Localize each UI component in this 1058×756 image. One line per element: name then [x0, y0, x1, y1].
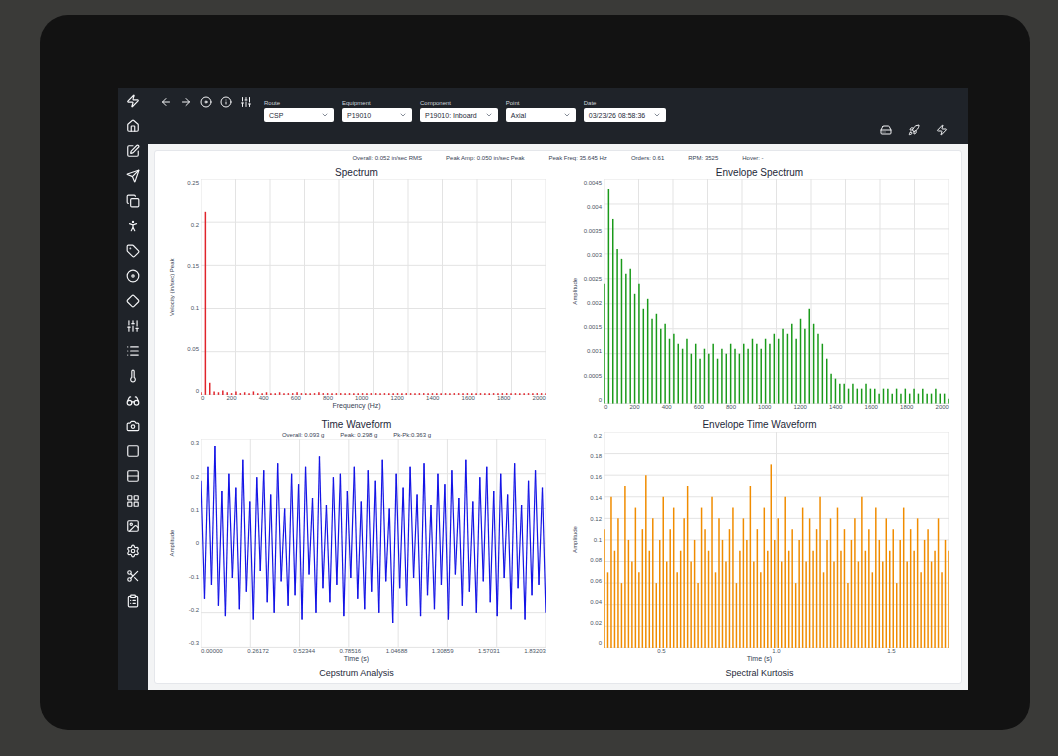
- nav-icons: [160, 94, 252, 108]
- image-icon[interactable]: [126, 519, 140, 533]
- toolbar-field: Point Axial: [506, 100, 576, 122]
- chevron-down-icon: [321, 111, 329, 119]
- chart-header: Overall: 0.093 gPeak: 0.298 gPk-Pk:0.363…: [167, 432, 546, 440]
- field-row: Route CSP Equipment P19010 Component P19010: …: [264, 94, 666, 122]
- section-titles: Cepstrum Analysis Spectral Kurtosis: [155, 664, 961, 683]
- y-axis-ticks: 0.20.180.160.140.120.10.080.060.040.020: [580, 432, 604, 648]
- y-axis-label: Amplitude: [570, 179, 580, 404]
- chart-plot[interactable]: [201, 179, 546, 395]
- send-icon[interactable]: [126, 169, 140, 183]
- glasses-icon[interactable]: [126, 394, 140, 408]
- info-icon[interactable]: [220, 96, 232, 108]
- sliders-icon[interactable]: [240, 96, 252, 108]
- chart-panel: Envelope SpectrumAmplitude0.00450.0040.0…: [566, 167, 953, 412]
- main-area: Route CSP Equipment P19010 Component P19010: …: [148, 88, 968, 690]
- lightning-icon[interactable]: [126, 94, 140, 108]
- x-axis-label: Frequency (Hz): [167, 402, 546, 411]
- toolbar-field: Equipment P19010: [342, 100, 412, 122]
- section-title: Spectral Kurtosis: [566, 668, 953, 679]
- camera-icon[interactable]: [126, 419, 140, 433]
- field-label: Route: [264, 100, 334, 106]
- field-label: Equipment: [342, 100, 412, 106]
- chart-title: Envelope Time Waveform: [570, 419, 949, 432]
- section-title: Cepstrum Analysis: [163, 668, 550, 679]
- tablet-screen: Route CSP Equipment P19010 Component P19010: …: [118, 88, 968, 690]
- tag-icon[interactable]: [126, 244, 140, 258]
- y-axis-ticks: 0.250.20.150.10.050: [177, 179, 201, 395]
- chevron-down-icon: [485, 111, 493, 119]
- rocket-icon[interactable]: [908, 124, 920, 136]
- chart-plot[interactable]: [604, 432, 949, 648]
- copy-icon[interactable]: [126, 194, 140, 208]
- walk-icon[interactable]: [126, 219, 140, 233]
- y-axis-label: Amplitude: [570, 432, 580, 648]
- disc-icon[interactable]: [126, 269, 140, 283]
- back-icon[interactable]: [160, 96, 172, 108]
- chart-grid: SpectrumVelocity (in/sec) Peak0.250.20.1…: [155, 163, 961, 664]
- rows-icon[interactable]: [126, 469, 140, 483]
- field-label: Point: [506, 100, 576, 106]
- sidebar: [118, 88, 148, 690]
- toolbar-field: Date 03/23/26 08:58:36: [584, 100, 666, 122]
- field-select[interactable]: P19010: Inboard: [420, 108, 498, 122]
- field-select[interactable]: Axial: [506, 108, 576, 122]
- field-select[interactable]: CSP: [264, 108, 334, 122]
- diamond-icon[interactable]: [126, 294, 140, 308]
- sliders-icon[interactable]: [126, 319, 140, 333]
- x-axis-label: Time (s): [167, 655, 546, 664]
- forward-icon[interactable]: [180, 96, 192, 108]
- x-axis-label: Time (s): [570, 655, 949, 664]
- chevron-down-icon: [563, 111, 571, 119]
- chevron-down-icon: [653, 111, 661, 119]
- toolbar: Route CSP Equipment P19010 Component P19010: …: [148, 88, 968, 144]
- y-axis-label: Amplitude: [167, 439, 177, 647]
- chart-title: Spectrum: [167, 167, 546, 180]
- y-axis-ticks: 0.30.20.10-0.1-0.2-0.3: [177, 439, 201, 647]
- x-axis-ticks: 0.51.01.5: [604, 648, 949, 656]
- settings-icon[interactable]: [126, 544, 140, 558]
- analysis-card: Overall: 0.052 in/sec RMSPeak Amp: 0.050…: [154, 150, 962, 684]
- scissors-icon[interactable]: [126, 569, 140, 583]
- toolbar-field: Component P19010: Inboard: [420, 100, 498, 122]
- list-icon[interactable]: [126, 344, 140, 358]
- toolbar-field: Route CSP: [264, 100, 334, 122]
- grid-icon[interactable]: [126, 494, 140, 508]
- content: Overall: 0.052 in/sec RMSPeak Amp: 0.050…: [148, 144, 968, 690]
- chart-panel: SpectrumVelocity (in/sec) Peak0.250.20.1…: [163, 167, 550, 412]
- chart-plot[interactable]: [604, 179, 949, 404]
- lightning-icon[interactable]: [936, 124, 948, 136]
- chart-title: Time Waveform: [167, 419, 546, 432]
- field-label: Component: [420, 100, 498, 106]
- square-icon[interactable]: [126, 444, 140, 458]
- x-axis-ticks: 0200400600800100012001400160018002000: [201, 395, 546, 403]
- field-select[interactable]: P19010: [342, 108, 412, 122]
- edit-icon[interactable]: [126, 144, 140, 158]
- field-select[interactable]: 03/23/26 08:58:36: [584, 108, 666, 122]
- clipboard-icon[interactable]: [126, 594, 140, 608]
- usb-drive-icon[interactable]: [880, 124, 892, 136]
- chevron-down-icon: [399, 111, 407, 119]
- disc-icon[interactable]: [200, 96, 212, 108]
- chart-title: Envelope Spectrum: [570, 167, 949, 180]
- field-label: Date: [584, 100, 666, 106]
- x-axis-ticks: 0200400600800100012001400160018002000: [604, 404, 949, 412]
- photo-background: Route CSP Equipment P19010 Component P19010: …: [0, 0, 1058, 756]
- home-icon[interactable]: [126, 119, 140, 133]
- chart-panel: Envelope Time WaveformAmplitude0.20.180.…: [566, 419, 953, 664]
- thermometer-icon[interactable]: [126, 369, 140, 383]
- summary-bar: Overall: 0.052 in/sec RMSPeak Amp: 0.050…: [155, 155, 961, 163]
- tablet-bezel: Route CSP Equipment P19010 Component P19010: …: [40, 15, 1030, 730]
- y-axis-label: Velocity (in/sec) Peak: [167, 179, 177, 395]
- x-axis-ticks: 0.000000.261720.523440.785161.046881.308…: [201, 648, 546, 656]
- y-axis-ticks: 0.00450.0040.00350.0030.00250.0020.00150…: [580, 179, 604, 404]
- action-icons: [880, 94, 956, 136]
- chart-panel: Time WaveformOverall: 0.093 gPeak: 0.298…: [163, 419, 550, 664]
- chart-plot[interactable]: [201, 439, 546, 647]
